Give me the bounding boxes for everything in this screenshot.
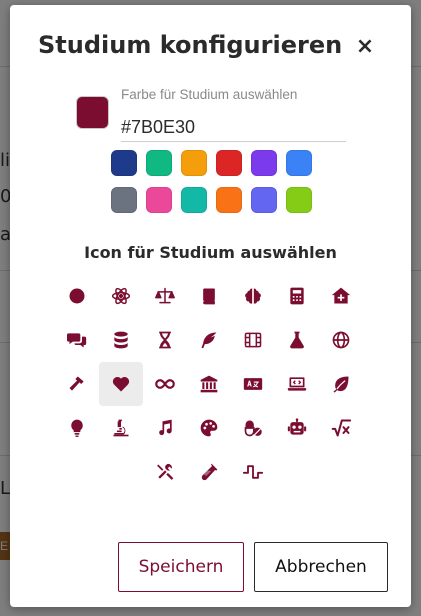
scale-icon[interactable]	[143, 274, 187, 318]
hourglass-icon[interactable]	[143, 318, 187, 362]
color-swatch[interactable]	[251, 150, 277, 176]
feather-icon[interactable]	[187, 318, 231, 362]
color-swatch[interactable]	[286, 150, 312, 176]
tools-icon[interactable]	[143, 450, 187, 494]
save-button[interactable]: Speichern	[118, 542, 244, 592]
microscope-icon[interactable]	[99, 406, 143, 450]
color-hex-input[interactable]	[121, 113, 346, 142]
hammer-icon[interactable]	[55, 362, 99, 406]
color-swatch[interactable]	[216, 187, 242, 213]
comments-icon[interactable]	[55, 318, 99, 362]
icon-grid	[55, 274, 365, 494]
color-swatch[interactable]	[146, 150, 172, 176]
vial-icon[interactable]	[187, 450, 231, 494]
brain-icon[interactable]	[231, 274, 275, 318]
language-icon[interactable]	[231, 362, 275, 406]
pills-icon[interactable]	[231, 406, 275, 450]
square-root-icon[interactable]	[319, 406, 363, 450]
robot-icon[interactable]	[275, 406, 319, 450]
laptop-code-icon[interactable]	[275, 362, 319, 406]
book-icon[interactable]	[187, 274, 231, 318]
close-icon[interactable]: ×	[355, 35, 375, 59]
leaf-icon[interactable]	[319, 362, 363, 406]
globe-icon[interactable]	[319, 318, 363, 362]
landmark-icon[interactable]	[187, 362, 231, 406]
cancel-button[interactable]: Abbrechen	[254, 542, 388, 592]
atom-icon[interactable]	[99, 274, 143, 318]
configure-study-dialog: Studium konfigurieren × Farbe für Studiu…	[10, 5, 411, 607]
color-field-label: Farbe für Studium auswählen	[121, 87, 298, 102]
flask-icon[interactable]	[275, 318, 319, 362]
infinity-icon[interactable]	[143, 362, 187, 406]
lightbulb-icon[interactable]	[55, 406, 99, 450]
color-swatch[interactable]	[111, 187, 137, 213]
color-swatch[interactable]	[181, 150, 207, 176]
color-swatch[interactable]	[216, 150, 242, 176]
icon-section-heading: Icon für Studium auswählen	[84, 243, 337, 262]
current-color-swatch[interactable]	[76, 96, 109, 129]
wave-square-icon[interactable]	[231, 450, 275, 494]
database-icon[interactable]	[99, 318, 143, 362]
circle-icon[interactable]	[55, 274, 99, 318]
color-swatch[interactable]	[111, 150, 137, 176]
film-icon[interactable]	[231, 318, 275, 362]
music-icon[interactable]	[143, 406, 187, 450]
palette-icon[interactable]	[187, 406, 231, 450]
color-swatch[interactable]	[286, 187, 312, 213]
calculator-icon[interactable]	[275, 274, 319, 318]
color-swatch[interactable]	[181, 187, 207, 213]
dialog-title: Studium konfigurieren	[38, 31, 343, 59]
color-swatch[interactable]	[251, 187, 277, 213]
color-swatch[interactable]	[146, 187, 172, 213]
color-palette	[111, 150, 321, 213]
heart-icon[interactable]	[99, 362, 143, 406]
house-medical-icon[interactable]	[319, 274, 363, 318]
